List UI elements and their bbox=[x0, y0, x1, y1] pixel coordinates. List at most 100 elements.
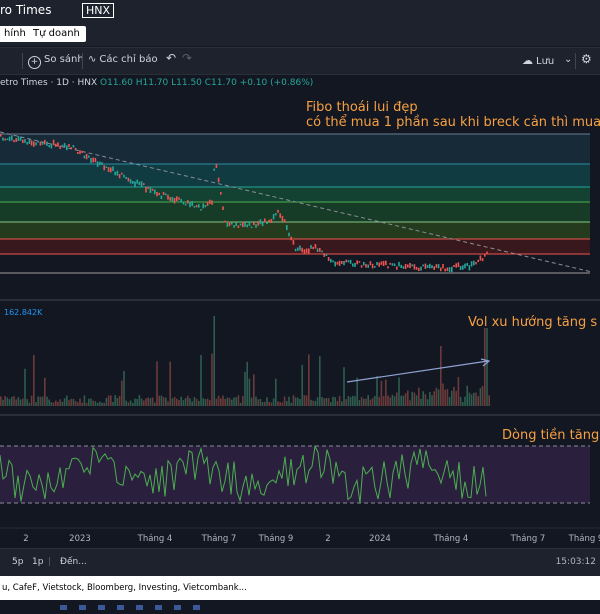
volume-bar bbox=[77, 402, 79, 406]
volume-bar bbox=[448, 397, 451, 406]
redo-icon[interactable]: ↷ bbox=[182, 51, 192, 65]
candle bbox=[325, 253, 328, 256]
volume-bar bbox=[404, 393, 407, 406]
volume-bar bbox=[66, 395, 68, 406]
candle bbox=[79, 150, 81, 155]
volume-bar bbox=[165, 397, 167, 406]
source-logo-icon bbox=[60, 605, 67, 610]
candle bbox=[360, 265, 363, 268]
volume-bar bbox=[411, 391, 413, 406]
candle bbox=[369, 261, 372, 266]
fibo-retracement[interactable] bbox=[0, 133, 590, 274]
save-button[interactable]: ☁ Lưu bbox=[522, 54, 554, 67]
gear-icon[interactable]: ⚙ bbox=[581, 52, 592, 66]
volume-bar bbox=[145, 398, 147, 406]
exchange-badge[interactable]: HNX bbox=[82, 3, 115, 18]
candle bbox=[396, 266, 398, 270]
candle bbox=[182, 201, 185, 205]
volume-bar bbox=[191, 401, 193, 406]
candle bbox=[55, 143, 57, 147]
candle bbox=[279, 213, 281, 218]
volume-bar bbox=[85, 402, 88, 406]
candle bbox=[41, 142, 44, 145]
candle bbox=[99, 161, 101, 166]
volume-bar bbox=[270, 402, 273, 406]
volume-annotation[interactable]: Vol xu hướng tăng s bbox=[468, 315, 597, 330]
candle bbox=[316, 248, 319, 252]
volume-bar bbox=[279, 402, 281, 406]
chevron-down-icon[interactable]: ⌄ bbox=[564, 54, 572, 65]
candle bbox=[105, 166, 108, 168]
volume-bar bbox=[391, 394, 394, 406]
tab-tu-doanh[interactable]: Tự doanh bbox=[27, 26, 86, 42]
timeframe-1p[interactable]: 1p bbox=[32, 557, 43, 567]
volume-bar bbox=[321, 397, 323, 406]
timeframe-partial[interactable]: ǀ bbox=[0, 557, 1, 567]
candle bbox=[206, 202, 209, 206]
volume-bar bbox=[52, 402, 55, 406]
candle bbox=[237, 225, 240, 228]
candle bbox=[466, 262, 468, 266]
volume-bar bbox=[400, 395, 402, 406]
candle bbox=[343, 261, 345, 266]
candle bbox=[288, 232, 290, 237]
candle bbox=[6, 138, 9, 141]
candle bbox=[292, 240, 295, 245]
volume-trend-arrow[interactable] bbox=[346, 360, 489, 383]
candle bbox=[70, 147, 72, 150]
candle bbox=[358, 261, 361, 263]
indicators-button[interactable]: ∿ Các chỉ báo bbox=[88, 54, 158, 65]
candle bbox=[162, 191, 165, 195]
goto-date-button[interactable]: Đến... bbox=[60, 557, 87, 567]
volume-bar bbox=[319, 356, 321, 406]
volume-bar bbox=[72, 398, 75, 406]
candle bbox=[255, 224, 257, 228]
candle bbox=[233, 225, 235, 228]
chart-canvas[interactable]: 2 2023 Tháng 4 Tháng 7 Tháng 9 2 2024 Tháng 4 Th… bbox=[0, 74, 600, 548]
candle bbox=[151, 188, 154, 191]
volume-bar bbox=[96, 402, 99, 406]
volume-bar bbox=[233, 397, 235, 406]
candle bbox=[215, 164, 218, 168]
candle bbox=[68, 144, 70, 147]
volume-value-label: 162.842K bbox=[4, 308, 43, 317]
candle bbox=[356, 260, 358, 265]
volume-bar bbox=[327, 398, 330, 406]
candle bbox=[440, 267, 442, 272]
volume-bar bbox=[239, 402, 242, 406]
volume-bar bbox=[409, 400, 411, 406]
time-axis-label: 2023 bbox=[69, 534, 91, 544]
undo-icon[interactable]: ↶ bbox=[166, 51, 176, 65]
timeframe-5p[interactable]: 5p bbox=[12, 557, 23, 567]
candle bbox=[264, 218, 266, 223]
candle bbox=[468, 265, 471, 271]
candle bbox=[22, 139, 24, 144]
volume-bar bbox=[407, 390, 409, 406]
time-axis-label: Tháng 7 bbox=[201, 534, 237, 544]
volume-bar bbox=[349, 397, 352, 406]
volume-bar bbox=[180, 396, 182, 406]
volume-bar bbox=[193, 397, 196, 406]
candle bbox=[303, 249, 306, 254]
candle bbox=[407, 264, 409, 268]
time-axis[interactable]: 2 2023 Tháng 4 Tháng 7 Tháng 9 2 2024 Tháng 4 Th… bbox=[23, 534, 600, 544]
compare-button[interactable]: + So sánh bbox=[28, 54, 84, 69]
volume-bar bbox=[347, 396, 350, 406]
candle bbox=[125, 176, 127, 179]
candle bbox=[367, 264, 369, 268]
candle bbox=[132, 181, 134, 184]
volume-bar bbox=[171, 398, 174, 406]
fibo-zone bbox=[0, 164, 590, 187]
candle bbox=[235, 222, 237, 227]
volume-bar bbox=[264, 401, 266, 406]
candle bbox=[286, 225, 288, 231]
volume-bar bbox=[367, 395, 369, 406]
candle bbox=[39, 141, 42, 146]
symbol-title[interactable]: ro Times bbox=[0, 3, 51, 17]
money-flow-annotation[interactable]: Dòng tiền tăng bbox=[502, 428, 599, 443]
fibo-annotation[interactable]: Fibo thoái lui đẹp có thể mua 1 phần sau… bbox=[306, 100, 600, 130]
candle bbox=[330, 258, 332, 263]
volume-bar bbox=[415, 395, 418, 406]
candle bbox=[129, 179, 132, 184]
compare-label: So sánh bbox=[44, 54, 84, 65]
